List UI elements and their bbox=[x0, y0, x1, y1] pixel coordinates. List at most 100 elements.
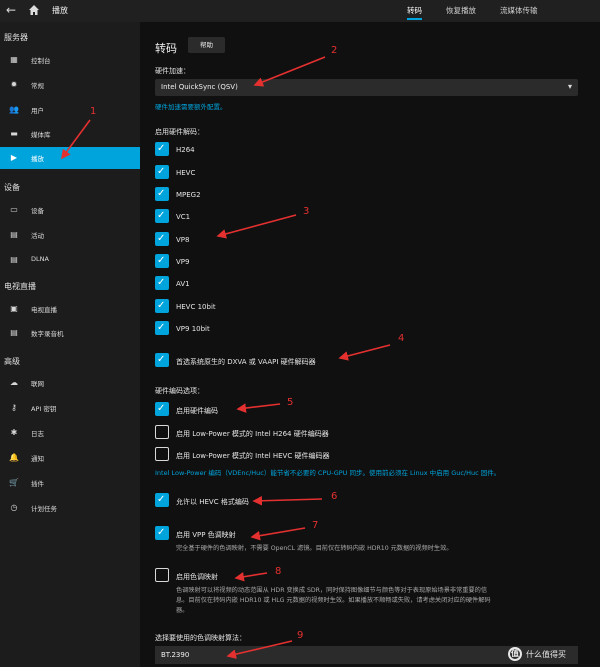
codec-label: MPEG2 bbox=[176, 191, 201, 199]
check-icon: ✓ bbox=[157, 166, 166, 177]
tonemap-description-line-3: 器。 bbox=[176, 607, 189, 614]
prefer-dxva-label: 首选系统原生的 DXVA 或 VAAPI 硬件解码器 bbox=[176, 358, 316, 366]
sidebar-item-plugins[interactable]: 🛒 插件 bbox=[0, 472, 140, 494]
checkbox-hw-encode[interactable]: ✓ bbox=[155, 402, 169, 416]
checkbox-vc1[interactable]: ✓ bbox=[155, 209, 169, 223]
hw-accel-select[interactable]: Intel QuickSync (QSV) ▾ bbox=[155, 79, 578, 96]
tonemap-description-line-1: 色调映射可以将视频的动态范围从 HDR 变换成 SDR，同时保持图像细节与颜色等… bbox=[176, 587, 488, 594]
sidebar-item-label: 联网 bbox=[31, 380, 44, 388]
sidebar-item-general[interactable]: ✹ 常规 bbox=[0, 74, 140, 96]
vpp-tonemap-label: 启用 VPP 色调映射 bbox=[176, 531, 236, 539]
check-icon: ✓ bbox=[157, 210, 166, 221]
codec-label: VP9 bbox=[176, 258, 190, 266]
sidebar-item-label: 数字录音机 bbox=[31, 330, 64, 338]
tonemap-algo-value: BT.2390 bbox=[161, 651, 190, 659]
tonemap-description-line-2: 息。目前仅在转码内嵌 HDR10 或 HLG 元数据的视频时生效。如果播放不顺畅… bbox=[176, 597, 491, 604]
checkbox-tonemap[interactable] bbox=[155, 568, 169, 582]
sidebar-item-devices[interactable]: ▭ 设备 bbox=[0, 199, 140, 221]
checkbox-av1[interactable]: ✓ bbox=[155, 276, 169, 290]
tv-icon: ▣ bbox=[10, 304, 18, 313]
hw-accel-value: Intel QuickSync (QSV) bbox=[161, 83, 238, 91]
checkbox-prefer-dxva[interactable]: ✓ bbox=[155, 353, 169, 367]
sidebar-item-libraries[interactable]: ▬ 媒体库 bbox=[0, 123, 140, 145]
sidebar-section-devices: 设备 bbox=[4, 183, 20, 192]
allow-hevc-label: 允许以 HEVC 格式编码 bbox=[176, 498, 249, 506]
tonemap-algo-label: 选择要使用的色调映射算法： bbox=[155, 634, 246, 642]
sidebar-item-dvr[interactable]: ▤ 数字录音机 bbox=[0, 322, 140, 344]
hw-accel-label: 硬件加速： bbox=[155, 67, 190, 75]
checkbox-hevc[interactable]: ✓ bbox=[155, 165, 169, 179]
tab-transcoding[interactable]: 转码 bbox=[407, 3, 422, 20]
enable-decode-label: 启用硬件解码： bbox=[155, 128, 204, 136]
tonemap-label: 启用色调映射 bbox=[176, 573, 218, 581]
encode-options-label: 硬件编码选项： bbox=[155, 387, 204, 395]
codec-label: VC1 bbox=[176, 213, 191, 221]
sidebar-item-label: 设备 bbox=[31, 207, 44, 215]
sidebar-item-label: 通知 bbox=[31, 455, 44, 463]
annotation-number: 3 bbox=[303, 206, 310, 217]
checkbox-vp9-10bit[interactable]: ✓ bbox=[155, 321, 169, 335]
annotation-number: 8 bbox=[275, 566, 282, 577]
checkbox-mpeg2[interactable]: ✓ bbox=[155, 187, 169, 201]
checkbox-allow-hevc[interactable]: ✓ bbox=[155, 493, 169, 507]
checkbox-h264[interactable]: ✓ bbox=[155, 142, 169, 156]
hw-accel-note[interactable]: 硬件加速需要额外配置。 bbox=[155, 101, 227, 111]
section-title: 转码 bbox=[155, 42, 177, 55]
back-arrow-icon[interactable]: ← bbox=[6, 3, 16, 17]
check-icon: ✓ bbox=[157, 255, 166, 266]
sidebar-item-activity[interactable]: ▤ 活动 bbox=[0, 224, 140, 246]
check-icon: ✓ bbox=[157, 300, 166, 311]
checkbox-vpp-tonemap[interactable]: ✓ bbox=[155, 526, 169, 540]
key-icon: ⚷ bbox=[11, 403, 17, 412]
sidebar-item-logs[interactable]: ✱ 日志 bbox=[0, 422, 140, 444]
home-icon[interactable] bbox=[28, 4, 40, 16]
lowpower-note[interactable]: Intel Low-Power 编码（VDEnc/Huc）能节省不必要的 CPU… bbox=[155, 467, 500, 477]
sidebar-item-label: 日志 bbox=[31, 430, 44, 438]
hw-encode-label: 启用硬件编码 bbox=[176, 407, 218, 415]
checkbox-lowpower-hevc[interactable] bbox=[155, 447, 169, 461]
tab-resume[interactable]: 恢复播放 bbox=[446, 3, 476, 18]
sidebar-item-api-keys[interactable]: ⚷ API 密钥 bbox=[0, 397, 140, 419]
help-button[interactable]: 帮助 bbox=[188, 37, 225, 53]
check-icon: ✓ bbox=[157, 527, 166, 538]
bug-icon: ✱ bbox=[10, 428, 18, 437]
annotation-number: 1 bbox=[90, 106, 97, 117]
checkbox-hevc-10bit[interactable]: ✓ bbox=[155, 299, 169, 313]
tab-streaming[interactable]: 流媒体传输 bbox=[500, 3, 538, 18]
checkbox-lowpower-h264[interactable] bbox=[155, 425, 169, 439]
checkbox-vp8[interactable]: ✓ bbox=[155, 232, 169, 246]
sidebar-item-label: 媒体库 bbox=[31, 131, 51, 139]
devices-icon: ▭ bbox=[10, 205, 18, 214]
sidebar-item-playback[interactable]: ▶ 播放 bbox=[0, 147, 140, 169]
codec-label: H264 bbox=[176, 146, 195, 154]
sidebar-item-dlna[interactable]: ▤ DLNA bbox=[0, 249, 140, 271]
sidebar-item-label: 计划任务 bbox=[31, 505, 57, 513]
bell-icon: 🔔 bbox=[9, 453, 19, 462]
annotation-number: 9 bbox=[297, 630, 304, 641]
annotation-number: 4 bbox=[398, 333, 405, 344]
sidebar-item-notifications[interactable]: 🔔 通知 bbox=[0, 447, 140, 469]
dashboard-icon: ▦ bbox=[10, 55, 18, 64]
check-icon: ✓ bbox=[157, 354, 166, 365]
lowpower-hevc-label: 启用 Low-Power 模式的 Intel HEVC 硬件编码器 bbox=[176, 452, 330, 460]
watermark-logo-icon: 值 bbox=[508, 647, 522, 661]
sidebar-item-dashboard[interactable]: ▦ 控制台 bbox=[0, 49, 140, 71]
watermark: 值 什么值得买 bbox=[508, 646, 598, 664]
sidebar-item-livetv[interactable]: ▣ 电视直播 bbox=[0, 298, 140, 320]
watermark-text: 什么值得买 bbox=[526, 650, 566, 659]
users-icon: 👥 bbox=[9, 105, 19, 114]
sidebar-item-users[interactable]: 👥 用户 bbox=[0, 99, 140, 121]
page-title: 播放 bbox=[52, 6, 68, 15]
dlna-icon: ▤ bbox=[10, 255, 18, 264]
annotation-number: 7 bbox=[312, 520, 319, 531]
annotation-number: 6 bbox=[331, 491, 338, 502]
sidebar-item-label: 常规 bbox=[31, 82, 44, 90]
sidebar-section-server: 服务器 bbox=[4, 33, 28, 42]
cloud-icon: ☁ bbox=[10, 378, 18, 387]
sidebar-item-networking[interactable]: ☁ 联网 bbox=[0, 372, 140, 394]
check-icon: ✓ bbox=[157, 143, 166, 154]
cart-icon: 🛒 bbox=[9, 478, 19, 487]
sidebar-item-scheduled-tasks[interactable]: ◷ 计划任务 bbox=[0, 497, 140, 519]
folder-icon: ▬ bbox=[10, 129, 18, 138]
checkbox-vp9[interactable]: ✓ bbox=[155, 254, 169, 268]
